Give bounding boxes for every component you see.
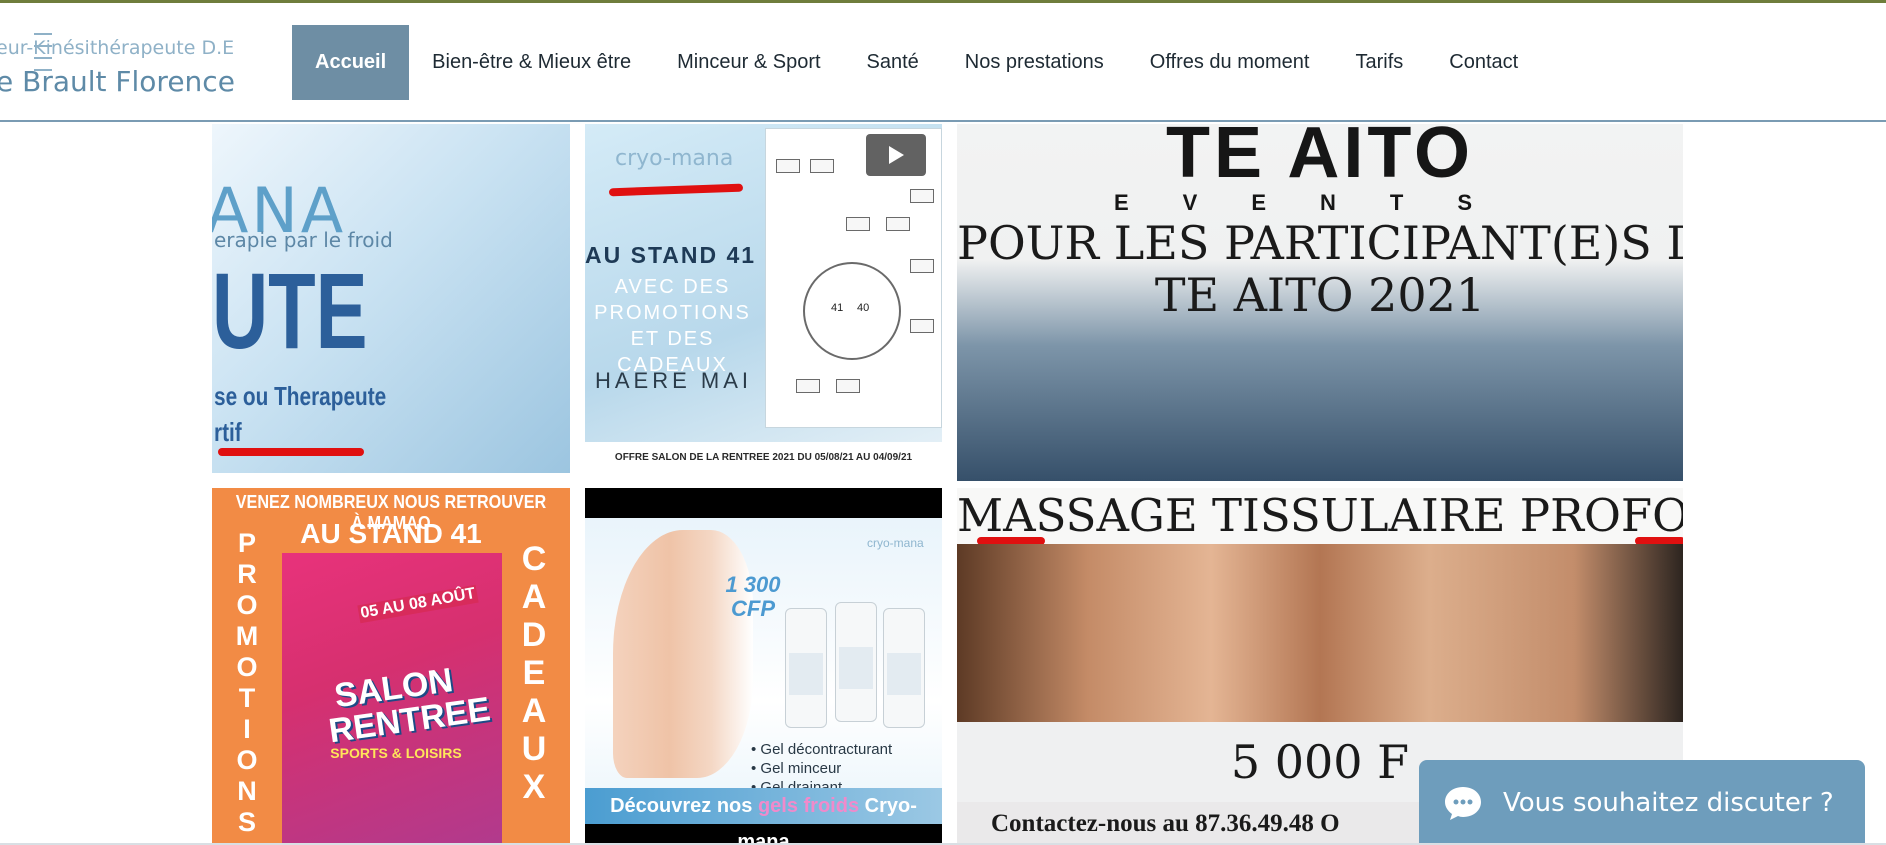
chat-widget-button[interactable]: Vous souhaitez discuter ? xyxy=(1419,760,1865,845)
poster-title: SALON RENTREE xyxy=(326,661,493,751)
vertical-letter: O xyxy=(236,590,258,620)
vertical-letter: R xyxy=(237,559,257,589)
site-header: eur-Kinésithérapeute D.E e Brault Floren… xyxy=(0,3,1886,122)
chat-widget-label: Vous souhaitez discuter ? xyxy=(1503,787,1834,818)
gallery-tile-salon-mamao[interactable]: VENEZ NOMBREUX NOUS RETROUVER À MAMAO AU… xyxy=(212,488,570,845)
map-stand-number: 40 xyxy=(857,302,870,314)
gallery-tile-te-aito[interactable]: TE AITO EVENTS POUR LES PARTICIPANT(E)S … xyxy=(957,124,1683,481)
play-video-button[interactable] xyxy=(866,134,926,176)
vertical-letter: A xyxy=(521,692,547,730)
map-stand-number: 41 xyxy=(831,302,844,314)
salon-poster: 05 AU 08 AOÛT SALON RENTREE SPORTS & LOI… xyxy=(282,553,502,845)
tile-line: AVEC DES PROMOTIONS ET DES CADEAUX xyxy=(594,276,751,376)
vertical-text-cadeaux: CADEAUX xyxy=(518,540,550,806)
tile-line: TE AITO 2021 xyxy=(1154,268,1486,322)
gel-bottle xyxy=(883,608,925,728)
main-nav: Accueil Bien-être & Mieux être Minceur &… xyxy=(292,25,1541,100)
tile-subtitle: EVENTS xyxy=(1113,190,1527,215)
tile-line: se ou Therapeute xyxy=(214,381,387,411)
map-booth xyxy=(810,159,834,173)
tile-line: POUR LES PARTICIPANT(E)S DU xyxy=(957,216,1683,270)
vertical-letter: O xyxy=(236,745,258,775)
vertical-letter: S xyxy=(237,807,256,837)
tile-line: AU STAND 41 xyxy=(585,242,757,268)
tile-headline: UTE xyxy=(212,250,368,371)
tile-footer: OFFRE SALON DE LA RENTREE 2021 DU 05/08/… xyxy=(585,442,942,473)
price-badge: 1 300 CFP xyxy=(725,572,781,621)
vertical-text-promotions: PROMOTIONS xyxy=(231,528,263,838)
gel-bottle xyxy=(785,608,827,728)
red-underline-annotation xyxy=(218,448,364,456)
map-booth xyxy=(910,189,934,203)
map-booth xyxy=(776,159,800,173)
poster-subtitle: SPORTS & LOISIRS xyxy=(330,745,462,761)
tile-line: rtif xyxy=(214,417,242,447)
vertical-letter: M xyxy=(235,621,259,651)
vertical-letter: D xyxy=(521,616,547,654)
map-booth xyxy=(846,217,870,231)
vertical-letter: N xyxy=(237,776,257,806)
legs-image xyxy=(613,530,753,778)
tile-brand-logo: cryo-mana xyxy=(615,146,734,171)
massage-photo xyxy=(957,544,1683,722)
map-booth xyxy=(886,217,910,231)
tile-brand-logo: cryo-mana xyxy=(867,536,924,550)
nav-item-tarifs[interactable]: Tarifs xyxy=(1332,25,1426,100)
poster-dates: 05 AU 08 AOÛT xyxy=(357,584,479,624)
gel-list-item: • Gel minceur xyxy=(751,760,842,777)
tile-title: MASSAGE TISSULAIRE PROFOND xyxy=(957,488,1683,544)
vertical-letter: P xyxy=(237,528,256,558)
nav-item-contact[interactable]: Contact xyxy=(1426,25,1541,100)
gel-bottle xyxy=(835,602,877,722)
map-booth xyxy=(836,379,860,393)
map-booth xyxy=(796,379,820,393)
tile-cta-banner: Découvrez nos gels froids Cryo-mana xyxy=(585,788,942,845)
vertical-letter: C xyxy=(521,540,547,578)
vertical-letter: O xyxy=(236,652,258,682)
red-underline-annotation xyxy=(608,183,744,197)
nav-item-offres-du-moment[interactable]: Offres du moment xyxy=(1127,25,1333,100)
tile-image: 1 300 CFP cryo-mana • Gel décontracturan… xyxy=(585,518,942,845)
tile-headline: AU STAND 41 xyxy=(300,518,482,549)
nav-item-bien-etre[interactable]: Bien-être & Mieux être xyxy=(409,25,654,100)
nav-item-accueil[interactable]: Accueil xyxy=(292,25,410,100)
nav-item-sante[interactable]: Santé xyxy=(844,25,942,100)
gallery-tile-cryo-gels[interactable]: 1 300 CFP cryo-mana • Gel décontracturan… xyxy=(585,488,942,845)
tile-line: HAERE MAI xyxy=(595,368,753,393)
menu-icon[interactable] xyxy=(34,33,52,89)
map-booth xyxy=(910,319,934,333)
vertical-letter: U xyxy=(521,730,547,768)
play-icon xyxy=(889,146,904,164)
chat-bubble-icon xyxy=(1445,786,1481,820)
nav-item-nos-prestations[interactable]: Nos prestations xyxy=(942,25,1127,100)
vertical-letter: X xyxy=(522,768,546,806)
vertical-letter: E xyxy=(522,654,546,692)
gallery-tile-cryotherapy[interactable]: ANA erapie par le froid UTE se ou Therap… xyxy=(212,124,570,473)
vertical-letter: A xyxy=(521,578,547,616)
vertical-letter: I xyxy=(243,714,251,744)
tile-title: TE AITO xyxy=(1165,124,1475,193)
gallery-tile-salon-video[interactable]: cryo-mana 41 40 AU STAND 41 AVEC DES PRO… xyxy=(585,124,942,473)
nav-item-minceur-sport[interactable]: Minceur & Sport xyxy=(654,25,843,100)
vertical-letter: T xyxy=(238,683,256,713)
map-booth xyxy=(910,259,934,273)
gel-list-item: • Gel décontracturant xyxy=(751,741,893,758)
map-stand-circle: 41 40 xyxy=(803,262,901,360)
